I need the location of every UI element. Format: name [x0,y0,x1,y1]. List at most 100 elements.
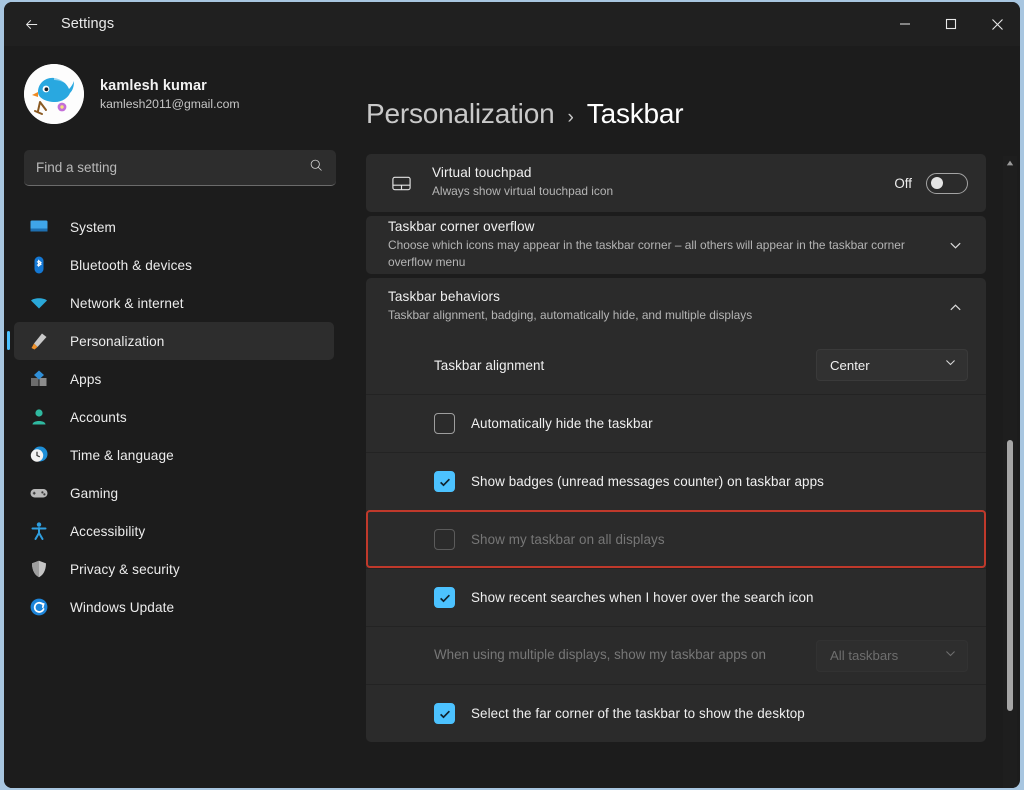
sidebar-item-apps[interactable]: Apps [14,360,334,398]
auto-hide-taskbar-row[interactable]: Automatically hide the taskbar [366,394,986,452]
breadcrumb-separator-icon: › [567,107,574,128]
toggle-state-label: Off [894,175,912,191]
sidebar-item-label: Accounts [70,409,127,425]
sidebar-item-label: Bluetooth & devices [70,257,193,273]
far-corner-desktop-checkbox[interactable] [434,703,455,724]
scroll-up-arrow-icon[interactable] [1006,156,1014,170]
multiple-displays-dropdown: All taskbars [816,639,968,672]
virtual-touchpad-toggle-group: Off [894,172,968,194]
sidebar-item-gaming[interactable]: Gaming [14,474,334,512]
settings-window: Settings kamlesh kumar kamlesh2011@gmail… [4,2,1020,788]
far-corner-desktop-label: Select the far corner of the taskbar to … [471,706,805,721]
show-recent-searches-row[interactable]: Show recent searches when I hover over t… [366,568,986,626]
sidebar-item-privacy-security[interactable]: Privacy & security [14,550,334,588]
title-bar: Settings [4,2,1020,46]
sidebar-item-personalization[interactable]: Personalization [7,322,334,360]
account-block[interactable]: kamlesh kumar kamlesh2011@gmail.com [24,64,356,124]
sidebar-item-label: Apps [70,371,102,387]
taskbar-corner-overflow-row[interactable]: Taskbar corner overflow Choose which ico… [366,216,986,274]
account-text: kamlesh kumar kamlesh2011@gmail.com [100,78,240,111]
breadcrumb-parent[interactable]: Personalization [366,98,555,130]
taskbar-behaviors-options: Taskbar alignment Center Automatically h… [366,336,986,742]
row-title: Taskbar corner overflow [388,218,535,234]
sidebar-item-network-internet[interactable]: Network & internet [14,284,334,322]
touchpad-icon [388,173,414,194]
accessibility-icon [28,520,50,542]
multiple-displays-row: When using multiple displays, show my ta… [366,626,986,684]
back-button[interactable] [14,9,48,39]
multiple-displays-label: When using multiple displays, show my ta… [434,647,766,663]
show-badges-checkbox[interactable] [434,471,455,492]
taskbar-behaviors-card: Taskbar behaviors Taskbar alignment, bad… [366,278,986,336]
sidebar-item-label: Windows Update [70,599,175,615]
bluetooth-icon [28,254,50,276]
minimize-icon [900,23,910,25]
sidebar-item-system[interactable]: System [14,208,334,246]
chevron-down-icon[interactable] [942,238,968,253]
clock-icon [28,444,50,466]
virtual-touchpad-toggle[interactable] [926,172,968,194]
show-recent-searches-checkbox[interactable] [434,587,455,608]
show-badges-row[interactable]: Show badges (unread messages counter) on… [366,452,986,510]
checkmark-icon [439,478,450,486]
gamepad-icon [28,482,50,504]
shield-icon [28,558,50,580]
sidebar-nav: System Bluetooth & devices Network & int… [4,208,356,626]
dropdown-value: All taskbars [830,648,899,663]
maximize-icon [945,18,957,30]
sidebar-item-label: Personalization [70,333,165,349]
account-email: kamlesh2011@gmail.com [100,96,240,111]
taskbar-alignment-dropdown[interactable]: Center [816,349,968,381]
sidebar-item-windows-update[interactable]: Windows Update [14,588,334,626]
sidebar-item-accessibility[interactable]: Accessibility [14,512,334,550]
row-subtitle: Taskbar alignment, badging, automaticall… [388,308,753,323]
taskbar-behaviors-row[interactable]: Taskbar behaviors Taskbar alignment, bad… [366,278,986,336]
minimize-button[interactable] [882,2,928,46]
search-box[interactable] [24,150,336,186]
search-input[interactable] [36,160,309,175]
virtual-touchpad-row[interactable]: Virtual touchpad Always show virtual tou… [366,154,986,212]
breadcrumb: Personalization › Taskbar [366,98,1020,130]
page-title: Taskbar [586,98,684,129]
corner-overflow-texts: Taskbar corner overflow Choose which ico… [388,219,942,272]
apps-icon [28,368,50,390]
checkmark-icon [439,594,450,602]
show-badges-label: Show badges (unread messages counter) on… [471,474,824,489]
monitor-icon [28,216,50,238]
main-scrollbar[interactable] [1003,156,1017,788]
auto-hide-taskbar-label: Automatically hide the taskbar [471,416,653,431]
bird-avatar-icon [24,64,84,124]
app-title: Settings [61,16,115,32]
far-corner-desktop-row[interactable]: Select the far corner of the taskbar to … [366,684,986,742]
sidebar-item-bluetooth-devices[interactable]: Bluetooth & devices [14,246,334,284]
checkmark-icon [439,710,450,718]
close-button[interactable] [974,2,1020,46]
maximize-button[interactable] [928,2,974,46]
row-subtitle: Always show virtual touchpad icon [432,184,614,199]
chevron-up-icon[interactable] [942,300,968,315]
scrollbar-track[interactable] [1003,170,1017,788]
chevron-down-icon [944,647,957,665]
sidebar-item-label: Time & language [70,447,174,463]
sidebar-item-accounts[interactable]: Accounts [14,398,334,436]
person-icon [28,406,50,428]
sidebar-item-label: Gaming [70,485,119,501]
sidebar: kamlesh kumar kamlesh2011@gmail.com Syst… [4,46,356,788]
show-taskbar-all-displays-row: Show my taskbar on all displays [366,510,986,568]
show-taskbar-all-displays-label: Show my taskbar on all displays [471,531,665,547]
avatar [24,64,84,124]
sidebar-item-label: System [70,219,116,235]
auto-hide-taskbar-checkbox[interactable] [434,413,455,434]
show-recent-searches-label: Show recent searches when I hover over t… [471,590,814,605]
scrollbar-thumb[interactable] [1007,440,1013,711]
toggle-knob [931,177,943,189]
virtual-touchpad-card: Virtual touchpad Always show virtual tou… [366,154,986,212]
row-title: Virtual touchpad [432,165,532,181]
sidebar-item-time-language[interactable]: Time & language [14,436,334,474]
window-body: kamlesh kumar kamlesh2011@gmail.com Syst… [4,46,1020,788]
search-icon [309,158,324,178]
show-taskbar-all-displays-checkbox [434,528,455,550]
virtual-touchpad-texts: Virtual touchpad Always show virtual tou… [432,165,894,200]
back-arrow-icon [25,19,37,29]
window-controls [882,2,1020,46]
